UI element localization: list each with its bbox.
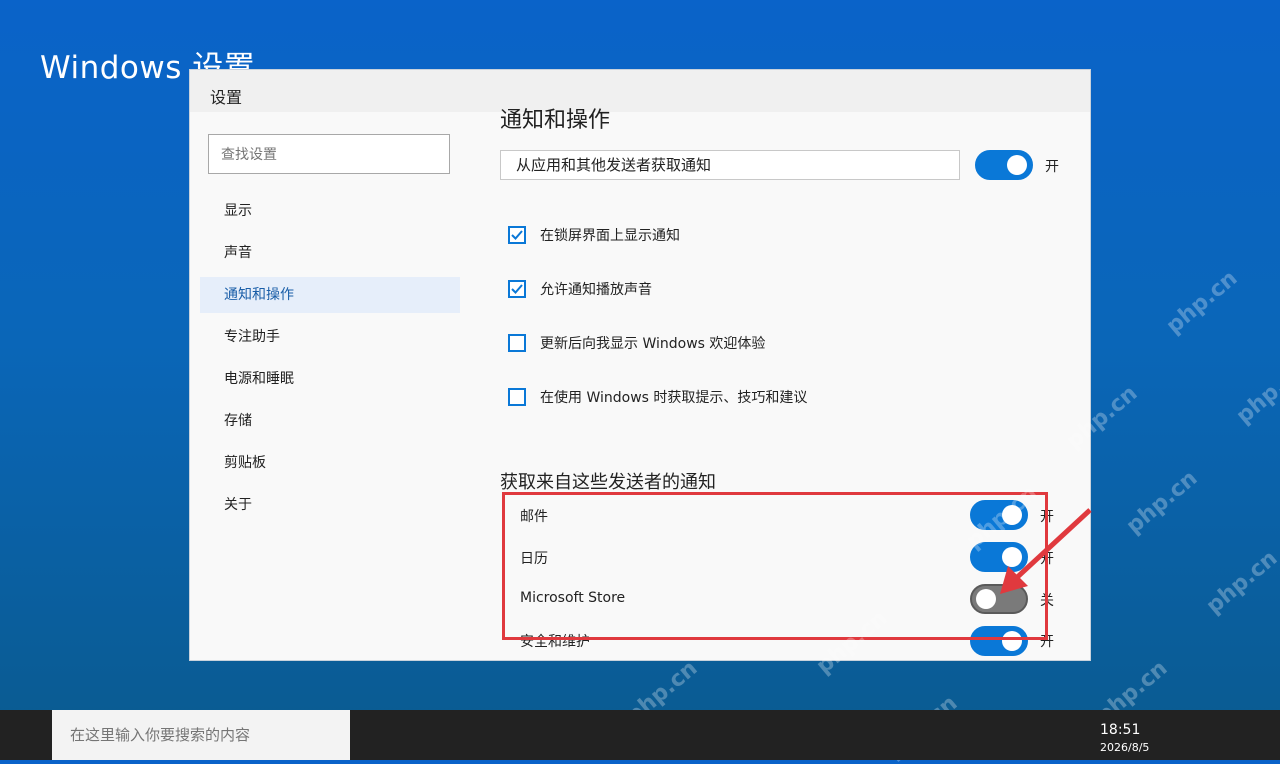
title-bar[interactable]: 设置: [190, 70, 1090, 112]
watermark: php.cn: [1121, 465, 1203, 540]
sender-label-mail: 邮件: [520, 509, 548, 525]
annotation-arrow-icon: [1000, 508, 1092, 594]
page-title: 通知和操作: [500, 108, 611, 133]
senders-section-title: 获取来自这些发送者的通知: [500, 472, 716, 493]
taskbar-search-input[interactable]: [52, 710, 350, 760]
sender-label-calendar: 日历: [520, 551, 548, 567]
master-notifications-label: 从应用和其他发送者获取通知: [500, 150, 960, 180]
settings-window: 设置 显示 声音 通知和操作 专注助手 电源和睡眠 存储 剪贴板 关于 通知和操…: [190, 70, 1090, 660]
settings-search-input[interactable]: [208, 134, 450, 174]
sidebar-item-clipboard[interactable]: 剪贴板: [200, 445, 460, 481]
watermark: php.cn: [1231, 355, 1280, 430]
sender-toggle-security[interactable]: [970, 626, 1028, 656]
sidebar-item-sound[interactable]: 声音: [200, 235, 460, 271]
checkbox-label: 更新后向我显示 Windows 欢迎体验: [540, 336, 766, 352]
sidebar: 显示 声音 通知和操作 专注助手 电源和睡眠 存储 剪贴板 关于: [190, 112, 460, 660]
clock-date[interactable]: 2026/8/5: [1100, 741, 1149, 754]
window-title: 设置: [210, 88, 243, 107]
checkbox-welcome[interactable]: [508, 334, 526, 352]
checkbox-label: 在使用 Windows 时获取提示、技巧和建议: [540, 390, 808, 406]
checkmark-icon: [511, 284, 523, 294]
checkbox-lockscreen[interactable]: [508, 226, 526, 244]
checkbox-tips[interactable]: [508, 388, 526, 406]
taskbar: 18:51 2026/8/5: [0, 710, 1280, 760]
checkbox-sound[interactable]: [508, 280, 526, 298]
sidebar-item-about[interactable]: 关于: [200, 487, 460, 523]
sidebar-item-display[interactable]: 显示: [200, 193, 460, 229]
checkbox-label: 允许通知播放声音: [540, 282, 652, 298]
clock-time[interactable]: 18:51: [1100, 722, 1140, 738]
watermark: php.cn: [1161, 265, 1243, 340]
sender-label-store: Microsoft Store: [520, 590, 626, 606]
master-notifications-toggle[interactable]: [975, 150, 1033, 180]
checkbox-label: 在锁屏界面上显示通知: [540, 228, 680, 244]
toggle-knob: [1002, 631, 1022, 651]
watermark: php.cn: [1201, 545, 1280, 620]
master-toggle-state: 开: [1045, 159, 1059, 175]
sender-state-security: 开: [1040, 634, 1054, 650]
sidebar-item-storage[interactable]: 存储: [200, 403, 460, 439]
sidebar-item-notifications[interactable]: 通知和操作: [200, 277, 460, 313]
toggle-knob: [1007, 155, 1027, 175]
checkmark-icon: [511, 230, 523, 240]
sidebar-item-power[interactable]: 电源和睡眠: [200, 361, 460, 397]
sidebar-item-focus-assist[interactable]: 专注助手: [200, 319, 460, 355]
sender-label-security: 安全和维护: [520, 634, 590, 650]
